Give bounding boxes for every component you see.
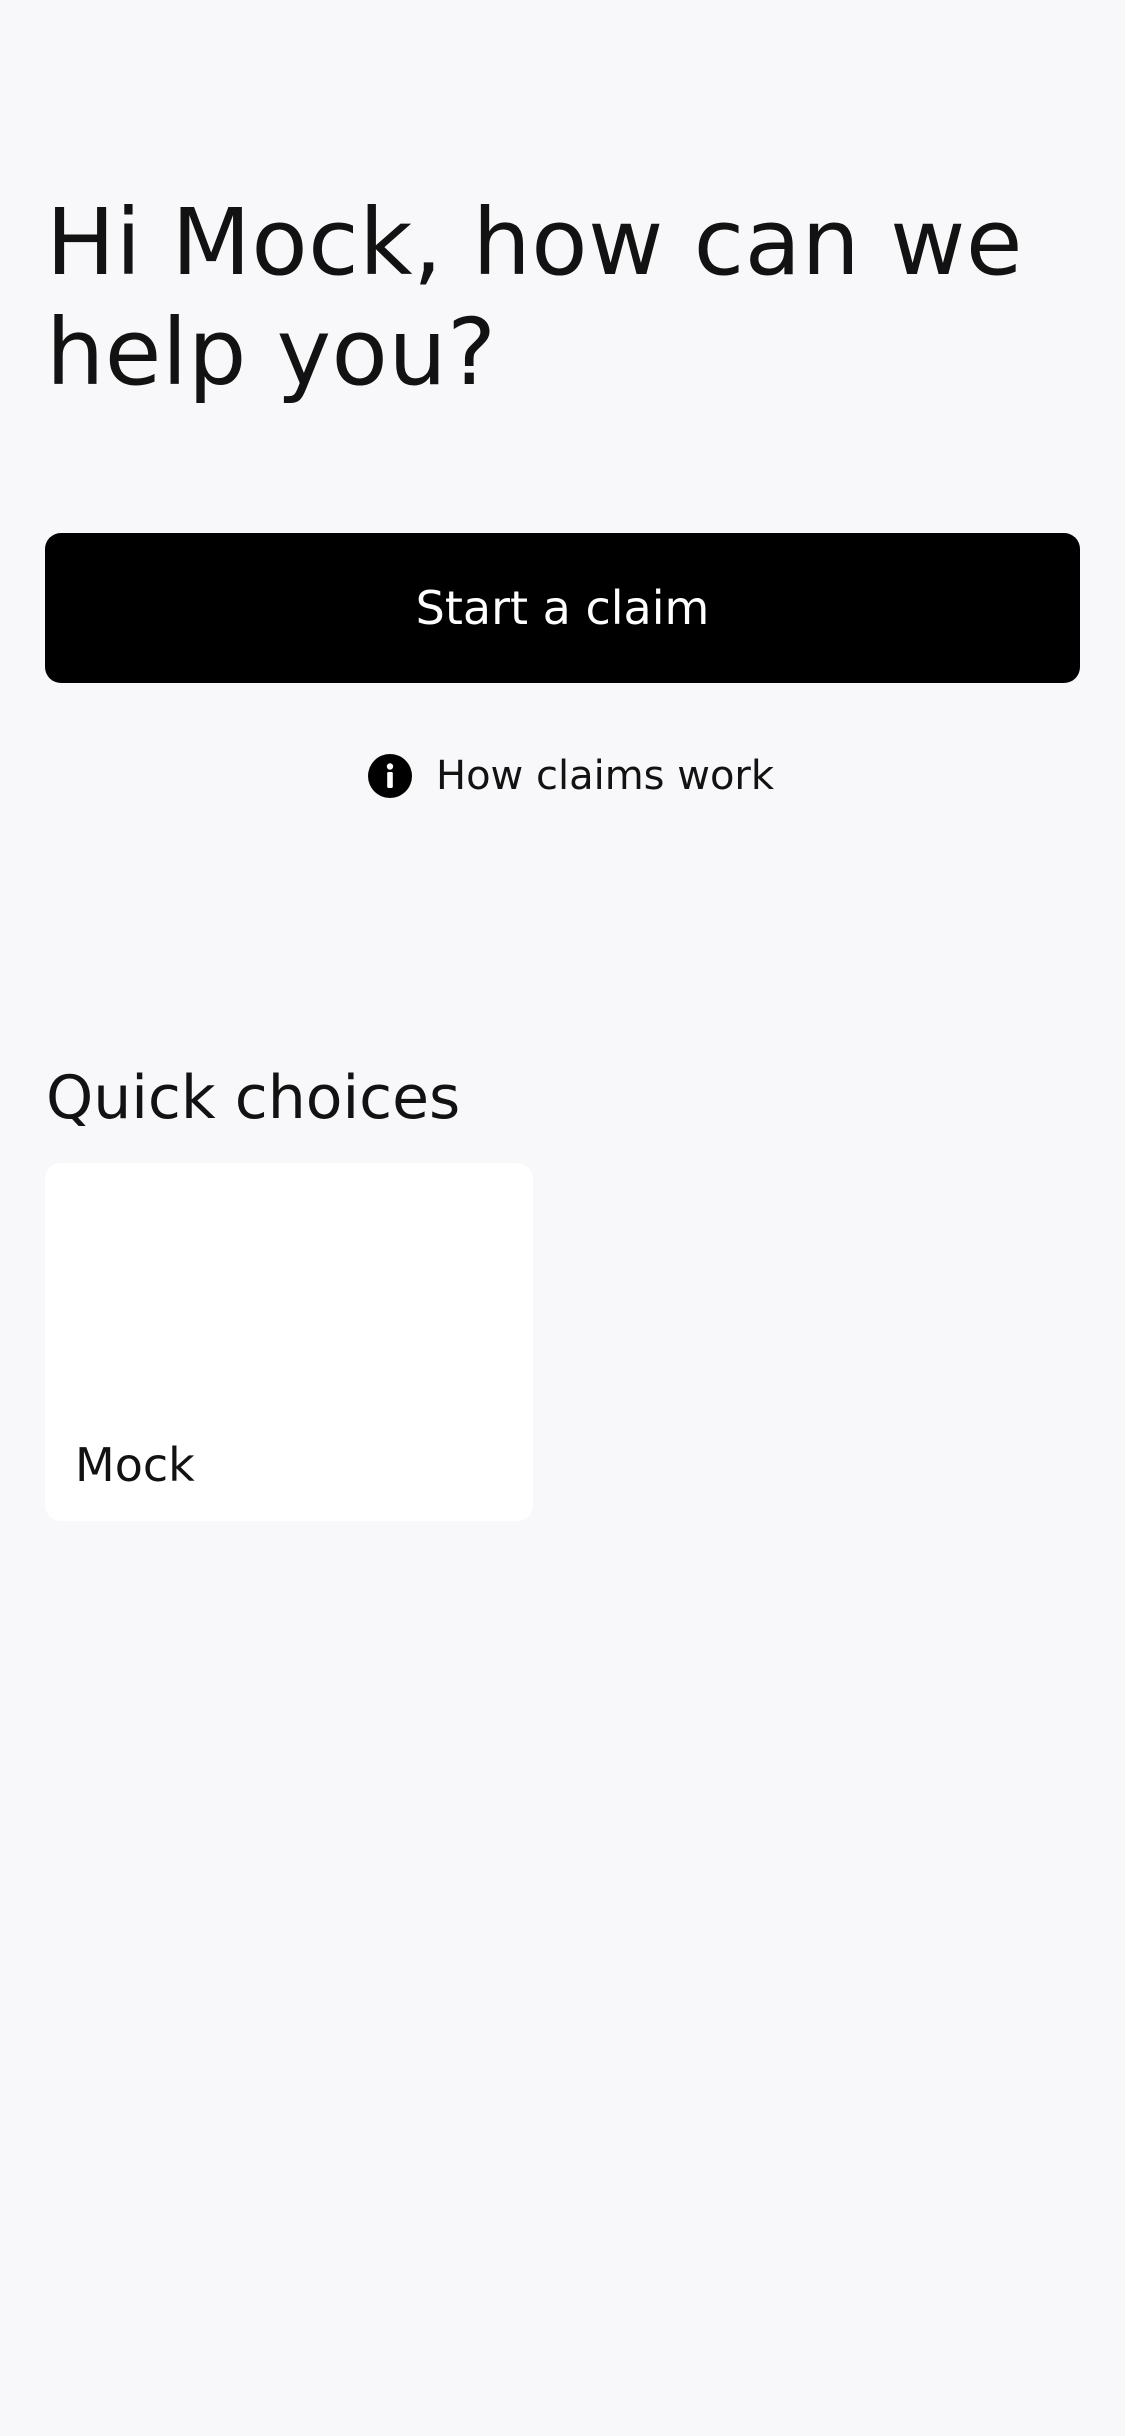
info-icon <box>368 754 412 798</box>
page-title: Hi Mock, how can we help you? <box>46 189 1023 406</box>
how-claims-work-label: How claims work <box>436 753 775 799</box>
start-claim-button-label: Start a claim <box>415 581 710 635</box>
quick-choice-card[interactable]: Mock <box>45 1163 533 1521</box>
quick-choices-title: Quick choices <box>46 1063 461 1133</box>
quick-choice-card-label: Mock <box>75 1438 195 1492</box>
start-claim-button[interactable]: Start a claim <box>45 533 1080 683</box>
how-claims-work-link[interactable]: How claims work <box>368 752 774 800</box>
claims-home-screen: Hi Mock, how can we help you? Start a cl… <box>0 0 1125 2436</box>
